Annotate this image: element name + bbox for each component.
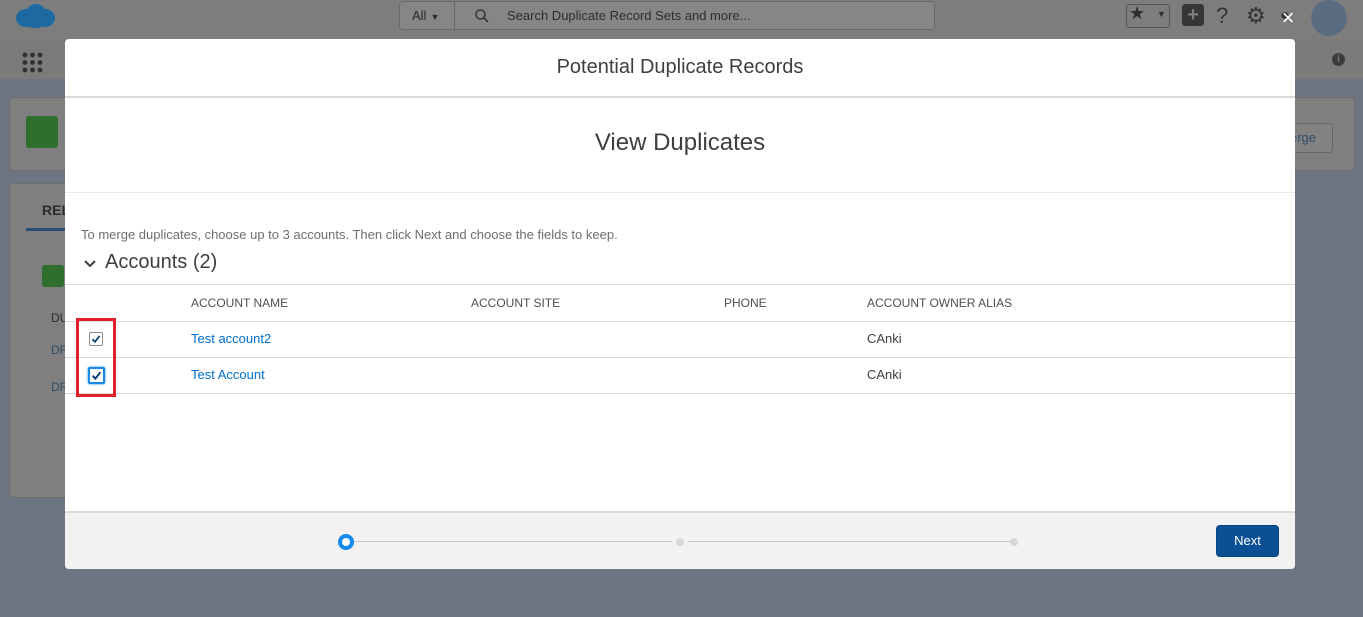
column-header-owner-alias[interactable]: ACCOUNT OWNER ALIAS [867,296,1012,310]
avatar[interactable] [1311,0,1347,36]
favorites-button[interactable]: ★ ▼ [1126,3,1170,28]
global-search[interactable]: All ▼ Search Duplicate Record Sets and mo… [399,1,935,30]
modal-header: Potential Duplicate Records [65,39,1295,98]
progress-bar-track [354,541,672,542]
column-header-account-name[interactable]: ACCOUNT NAME [191,296,288,310]
progress-bar-track [688,541,1010,542]
owner-alias-cell: CAnki [867,331,902,346]
table-row: Test account2 CAnki [65,321,1295,358]
progress-step-3[interactable] [1010,538,1018,546]
account-name-link[interactable]: Test account2 [191,331,271,346]
table-header: ACCOUNT NAME ACCOUNT SITE PHONE ACCOUNT … [65,284,1295,322]
account-name-link[interactable]: Test Account [191,367,265,382]
progress-step-2[interactable] [676,538,684,546]
modal-footer: Next [65,511,1295,569]
record-type-icon [26,116,58,148]
related-list-icon [42,265,64,287]
active-tab-indicator [26,228,66,231]
search-scope-dropdown[interactable]: All ▼ [400,2,455,29]
column-header-phone[interactable]: PHONE [724,296,767,310]
table-row: Test Account CAnki [65,357,1295,394]
progress-step-1-active[interactable] [338,534,354,550]
instructions-text: To merge duplicates, choose up to 3 acco… [81,227,618,242]
column-header-account-site[interactable]: ACCOUNT SITE [471,296,560,310]
setup-gear-icon[interactable]: ⚙ [1246,4,1266,28]
salesforce-cloud-logo[interactable] [14,2,56,30]
next-button[interactable]: Next [1216,525,1279,557]
add-icon[interactable]: + [1182,4,1204,26]
potential-duplicates-modal: Potential Duplicate Records View Duplica… [65,39,1295,569]
section-title: Accounts (2) [105,251,218,273]
favorites-star-icon: ★ [1129,3,1146,23]
search-icon [475,9,489,23]
global-header: All ▼ Search Duplicate Record Sets and mo… [0,0,1363,39]
step-title: View Duplicates [594,129,766,156]
divider [65,192,1295,193]
help-icon[interactable]: ? [1216,4,1228,28]
search-scope-label: All [412,8,427,23]
chevron-down-icon [84,260,96,268]
chevron-down-icon: ▼ [1157,9,1166,19]
owner-alias-cell: CAnki [867,367,902,382]
modal-title: Potential Duplicate Records [556,56,804,78]
info-icon[interactable]: i [1332,53,1345,66]
annotation-highlight-box [76,318,116,397]
caret-down-icon: ▼ [430,12,440,22]
close-icon[interactable]: × [1278,7,1298,29]
search-input[interactable]: Search Duplicate Record Sets and more... [507,2,751,29]
app-launcher-waffle-icon[interactable] [22,52,43,73]
